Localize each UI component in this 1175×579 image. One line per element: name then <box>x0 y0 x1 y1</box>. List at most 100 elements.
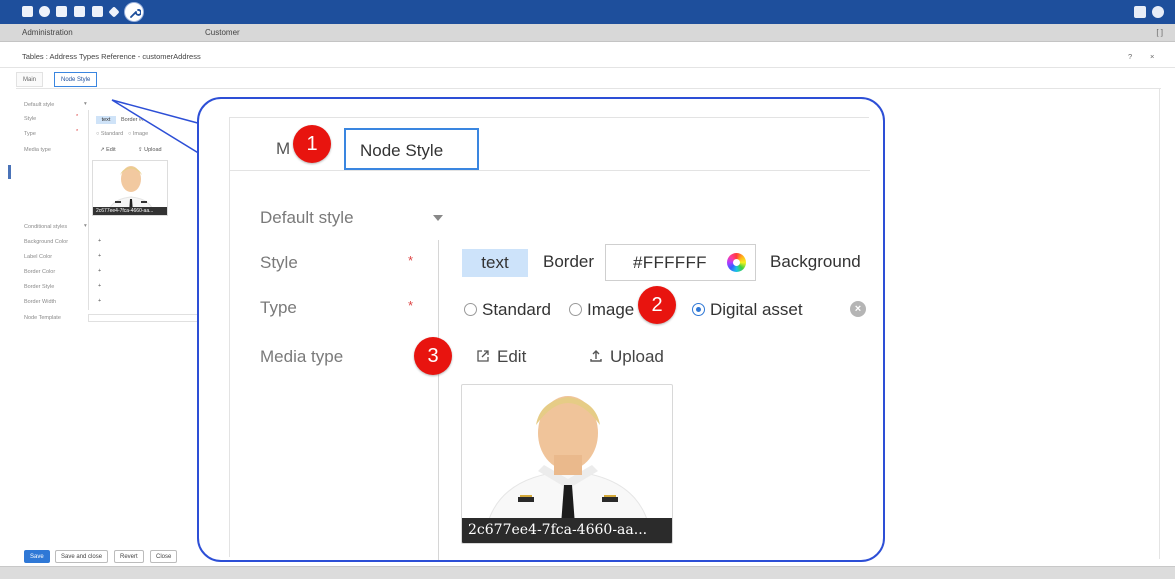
zoomed-panel: M Node Style Default style Style * text … <box>229 117 870 560</box>
label-style: Style <box>260 253 298 272</box>
media-thumbnail[interactable]: 2c677ee4-7fca-4660-aa... <box>461 384 673 544</box>
media-thumbnail[interactable]: 2c677ee4-7fca-4660-aa... <box>92 160 168 216</box>
add-background-color-button[interactable]: + <box>98 238 101 244</box>
menu-item-administration[interactable]: Administration <box>22 28 73 37</box>
breadcrumb: Tables : Address Types Reference - custo… <box>0 46 1175 68</box>
upload-label: Upload <box>144 147 162 153</box>
save-button[interactable]: Save <box>24 550 50 563</box>
radio-standard[interactable]: ○ Standard <box>96 131 123 137</box>
tab-main[interactable]: Main <box>16 72 44 87</box>
add-border-width-button[interactable]: + <box>98 298 101 304</box>
document-icon[interactable] <box>56 6 67 17</box>
step-badge-1: 1 <box>293 125 331 163</box>
zoom-callout: M Node Style Default style Style * text … <box>197 97 885 562</box>
upload-label: Upload <box>610 347 664 366</box>
divider <box>230 170 870 171</box>
radio-dot-selected <box>692 303 705 316</box>
radio-standard-label: Standard <box>482 300 551 319</box>
upload-button[interactable]: Upload <box>588 347 664 367</box>
label-default-style: Default style <box>24 102 55 108</box>
label-background-color: Background Color <box>24 239 69 245</box>
radio-digital-asset[interactable]: Digital asset <box>692 300 803 320</box>
top-toolbar <box>0 0 1175 24</box>
step-badge-2: 2 <box>638 286 676 324</box>
label-border-color: Border Color <box>24 269 56 275</box>
brand-icon[interactable] <box>22 6 33 17</box>
side-indicator <box>8 165 11 179</box>
color-wheel-icon[interactable] <box>727 253 746 272</box>
add-label-color-button[interactable]: + <box>98 253 101 259</box>
radio-digital-asset-label: Digital asset <box>710 300 803 319</box>
label-media-type: Media type <box>24 147 51 153</box>
border-color-value: #FFFFFF <box>633 253 707 272</box>
user-icon[interactable] <box>1152 6 1164 18</box>
border-label: Border <box>543 252 595 271</box>
edit-label: Edit <box>497 347 527 366</box>
tab-node-style[interactable]: Node Style <box>54 72 98 87</box>
label-node-template: Node Template <box>24 315 61 321</box>
thumbnail-caption: 2c677ee4-7fca-4660-aa... <box>462 518 672 543</box>
external-link-icon <box>477 350 489 362</box>
label-type: Type <box>24 131 36 137</box>
help-button[interactable]: ? <box>1128 52 1132 61</box>
help-icon[interactable] <box>39 6 50 17</box>
required-mark: * <box>408 253 414 268</box>
copy-icon[interactable] <box>74 6 85 17</box>
edit-label: Edit <box>106 147 116 153</box>
chevron-down-icon[interactable]: ▾ <box>84 101 87 107</box>
divider <box>438 240 439 560</box>
divider <box>16 88 1161 89</box>
label-label-color: Label Color <box>24 254 53 260</box>
label-default-style: Default style <box>260 208 354 227</box>
required-mark: * <box>408 298 414 313</box>
radio-image-label: Image <box>132 131 149 137</box>
radio-standard[interactable]: Standard <box>464 300 551 320</box>
required-mark: * <box>76 129 79 135</box>
label-conditional-styles: Conditional styles <box>24 224 68 230</box>
label-border-style: Border Style <box>24 284 55 290</box>
radio-dot <box>569 303 582 316</box>
label-style: Style <box>24 116 37 122</box>
divider <box>88 110 89 310</box>
add-border-style-button[interactable]: + <box>98 283 101 289</box>
pin-icon[interactable] <box>108 6 120 18</box>
background-label: Background <box>770 252 861 271</box>
edit-button[interactable]: ↗ Edit <box>100 147 116 153</box>
node-template-input[interactable] <box>88 314 200 322</box>
upload-icon <box>590 350 602 362</box>
radio-dot <box>464 303 477 316</box>
required-mark: * <box>76 114 79 120</box>
divider <box>1159 89 1160 559</box>
border-color-input[interactable]: #FFFFFF <box>605 244 756 281</box>
radio-standard-label: Standard <box>100 131 124 137</box>
radio-image[interactable]: Image <box>569 300 634 320</box>
chevron-down-icon[interactable] <box>433 215 443 221</box>
book-icon[interactable] <box>1134 6 1146 18</box>
close-button[interactable]: Close <box>150 550 178 563</box>
breadcrumb-text: Tables : Address Types Reference - custo… <box>22 52 201 61</box>
label-type: Type <box>260 298 297 317</box>
expand-icon[interactable]: [ ] <box>1156 28 1163 37</box>
close-icon[interactable]: × <box>1150 52 1154 61</box>
radio-image[interactable]: ○ Image <box>128 131 148 137</box>
revert-button[interactable]: Revert <box>114 550 144 563</box>
radio-image-label: Image <box>587 300 635 319</box>
status-bar <box>0 566 1175 579</box>
chevron-down-icon[interactable]: ▾ <box>84 223 87 229</box>
label-border-width: Border Width <box>24 299 57 305</box>
text-chip[interactable]: text <box>96 116 116 124</box>
add-border-color-button[interactable]: + <box>98 268 101 274</box>
wrench-icon[interactable] <box>124 2 144 22</box>
upload-button[interactable]: ⇪ Upload <box>138 147 162 153</box>
menu-item-customer[interactable]: Customer <box>205 28 240 37</box>
text-chip[interactable]: text <box>462 249 528 277</box>
step-badge-3: 3 <box>414 337 452 375</box>
save-and-close-button[interactable]: Save and close <box>55 550 109 563</box>
border-color-value[interactable]: Border #FFFFFF <box>121 117 162 123</box>
edit-button[interactable]: Edit <box>475 347 526 367</box>
tab-node-style-zoomed[interactable]: Node Style <box>344 128 479 170</box>
file-icon[interactable] <box>92 6 103 17</box>
label-media-type: Media type <box>260 347 344 366</box>
clear-icon[interactable]: × <box>850 301 866 317</box>
menu-bar: Administration Customer [ ] <box>0 24 1175 42</box>
